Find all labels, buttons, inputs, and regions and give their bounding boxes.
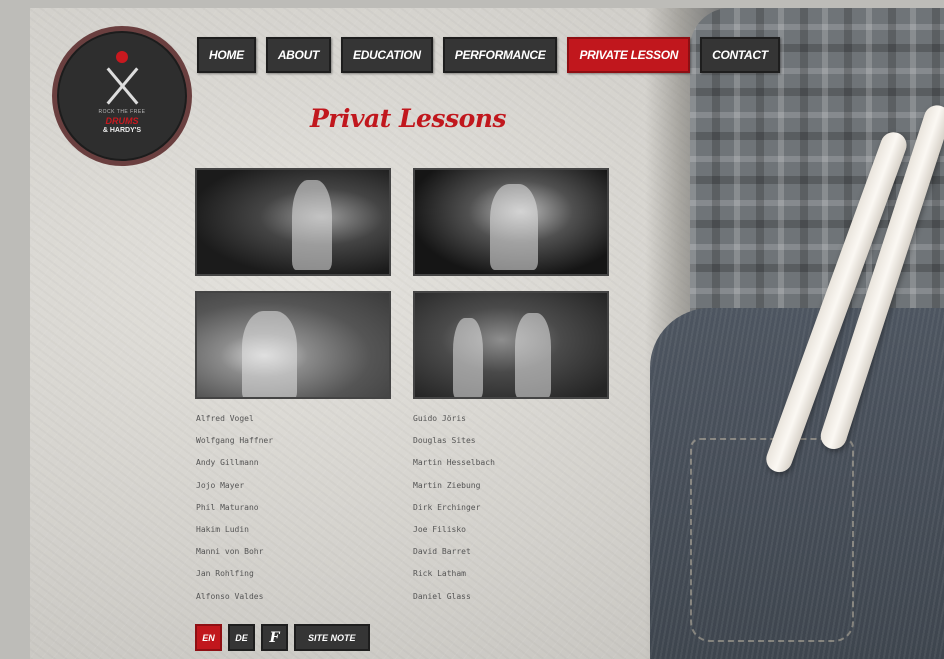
- nav-performance[interactable]: Performance: [442, 37, 558, 73]
- list-item: Wolfgang Haffner: [196, 436, 274, 446]
- list-item: Douglas Sites: [413, 436, 476, 446]
- lesson-photo-drummer-1[interactable]: [195, 168, 391, 276]
- language-de-button[interactable]: DE: [228, 624, 255, 651]
- list-item: Martin Ziebung: [413, 480, 481, 490]
- teacher-list-right: Guido Jöris Douglas Sites Martin Hesselb…: [413, 413, 495, 613]
- list-item: Hakim Ludin: [196, 524, 249, 534]
- nav-home[interactable]: Home: [197, 37, 256, 73]
- page: ROCK THE FREE DRUMS & HARDY'S Home About…: [30, 8, 944, 659]
- list-item: Jojo Mayer: [196, 480, 245, 490]
- site-logo[interactable]: ROCK THE FREE DRUMS & HARDY'S: [52, 26, 192, 166]
- facebook-icon[interactable]: f: [261, 624, 288, 651]
- nav-contact[interactable]: Contact: [700, 37, 780, 73]
- logo-dot-icon: [116, 51, 128, 63]
- teacher-list-left: Alfred Vogel Wolfgang Haffner Andy Gillm…: [196, 413, 273, 613]
- footer-bar: EN DE f Site Note: [195, 624, 370, 651]
- logo-text-top: ROCK THE FREE: [98, 109, 146, 115]
- list-item: Alfred Vogel: [196, 414, 254, 423]
- list-item: Dirk Erchinger: [413, 502, 481, 512]
- main-nav: Home About Education Performance Private…: [197, 37, 780, 73]
- list-item: Guido Jöris: [413, 414, 466, 423]
- nav-private-lesson[interactable]: Private Lesson: [567, 37, 691, 73]
- lesson-photo-drummer-2[interactable]: [413, 168, 609, 276]
- language-en-button[interactable]: EN: [195, 624, 222, 651]
- logo-text-main: DRUMS: [105, 116, 139, 126]
- lesson-photo-harmonica[interactable]: [195, 291, 391, 399]
- list-item: Daniel Glass: [413, 591, 471, 601]
- list-item: Joe Filisko: [413, 524, 466, 534]
- site-note-button[interactable]: Site Note: [294, 624, 370, 651]
- list-item: Jan Rohlfing: [196, 569, 254, 579]
- list-item: Alfonso Valdes: [196, 591, 264, 601]
- list-item: Andy Gillmann: [196, 458, 259, 468]
- nav-education[interactable]: Education: [340, 37, 433, 73]
- list-item: Martin Hesselbach: [413, 458, 495, 468]
- list-item: David Barret: [413, 547, 471, 557]
- list-item: Manni von Bohr: [196, 547, 264, 557]
- list-item: Phil Maturano: [196, 502, 259, 512]
- logo-text-bottom: & HARDY'S: [102, 127, 142, 134]
- page-title: Privat Lessons: [310, 104, 507, 133]
- lesson-photo-band[interactable]: [413, 291, 609, 399]
- nav-about[interactable]: About: [265, 37, 331, 73]
- list-item: Rick Latham: [413, 569, 466, 579]
